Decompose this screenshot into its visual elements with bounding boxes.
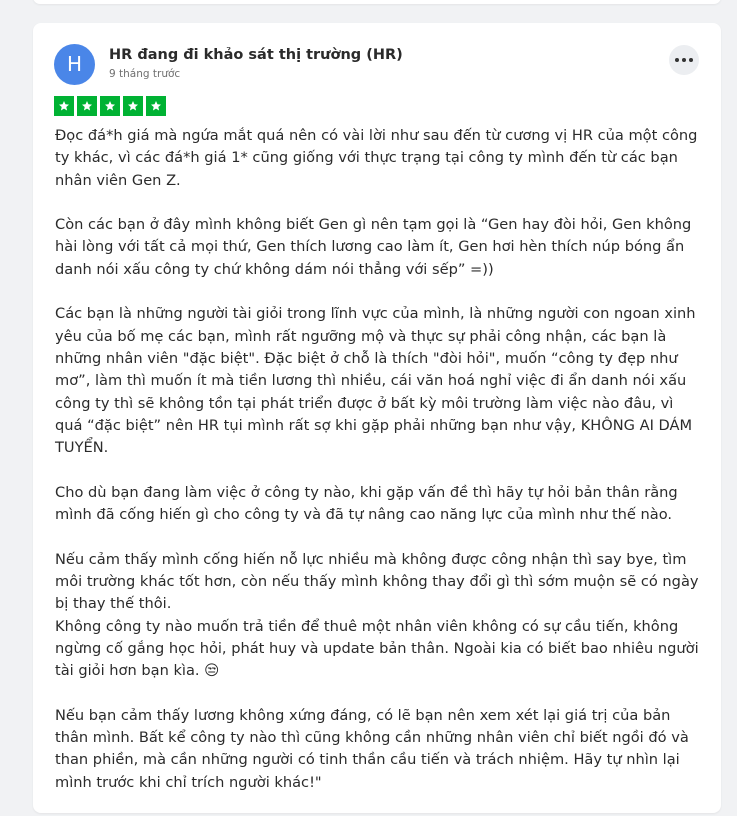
star-icon xyxy=(54,96,74,116)
star-icon xyxy=(77,96,97,116)
review-paragraph: Còn các bạn ở đây mình không biết Gen gì… xyxy=(55,216,692,278)
more-dot xyxy=(682,58,686,62)
review-author: HR đang đi khảo sát thị trường (HR) xyxy=(109,47,403,63)
review-paragraph: Không công ty nào muốn trả tiền để thuê … xyxy=(55,617,699,680)
review-card: H HR đang đi khảo sát thị trường (HR) 9 … xyxy=(33,23,721,813)
review-time: 9 tháng trước xyxy=(109,68,181,80)
review-paragraph: Nếu bạn cảm thấy lương không xứng đáng, … xyxy=(55,706,689,791)
star-rating xyxy=(54,96,166,116)
review-body: Đọc đá*h giá mà ngứa mắt quá nên có vài … xyxy=(55,125,703,816)
previous-review-card xyxy=(33,0,721,4)
star-icon xyxy=(146,96,166,116)
review-paragraph: Các bạn là những người tài giỏi trong lĩ… xyxy=(55,305,696,457)
more-horizontal-icon xyxy=(675,58,679,62)
review-paragraph: Cho dù bạn đang làm việc ở công ty nào, … xyxy=(55,483,678,524)
star-icon xyxy=(123,96,143,116)
avatar: H xyxy=(54,44,95,85)
more-options-button[interactable] xyxy=(669,45,699,75)
more-dot xyxy=(689,58,693,62)
star-icon xyxy=(100,96,120,116)
review-paragraph: Nếu cảm thấy mình cống hiến nỗ lực nhiều… xyxy=(55,550,699,613)
review-paragraph: Đọc đá*h giá mà ngứa mắt quá nên có vài … xyxy=(55,127,698,189)
